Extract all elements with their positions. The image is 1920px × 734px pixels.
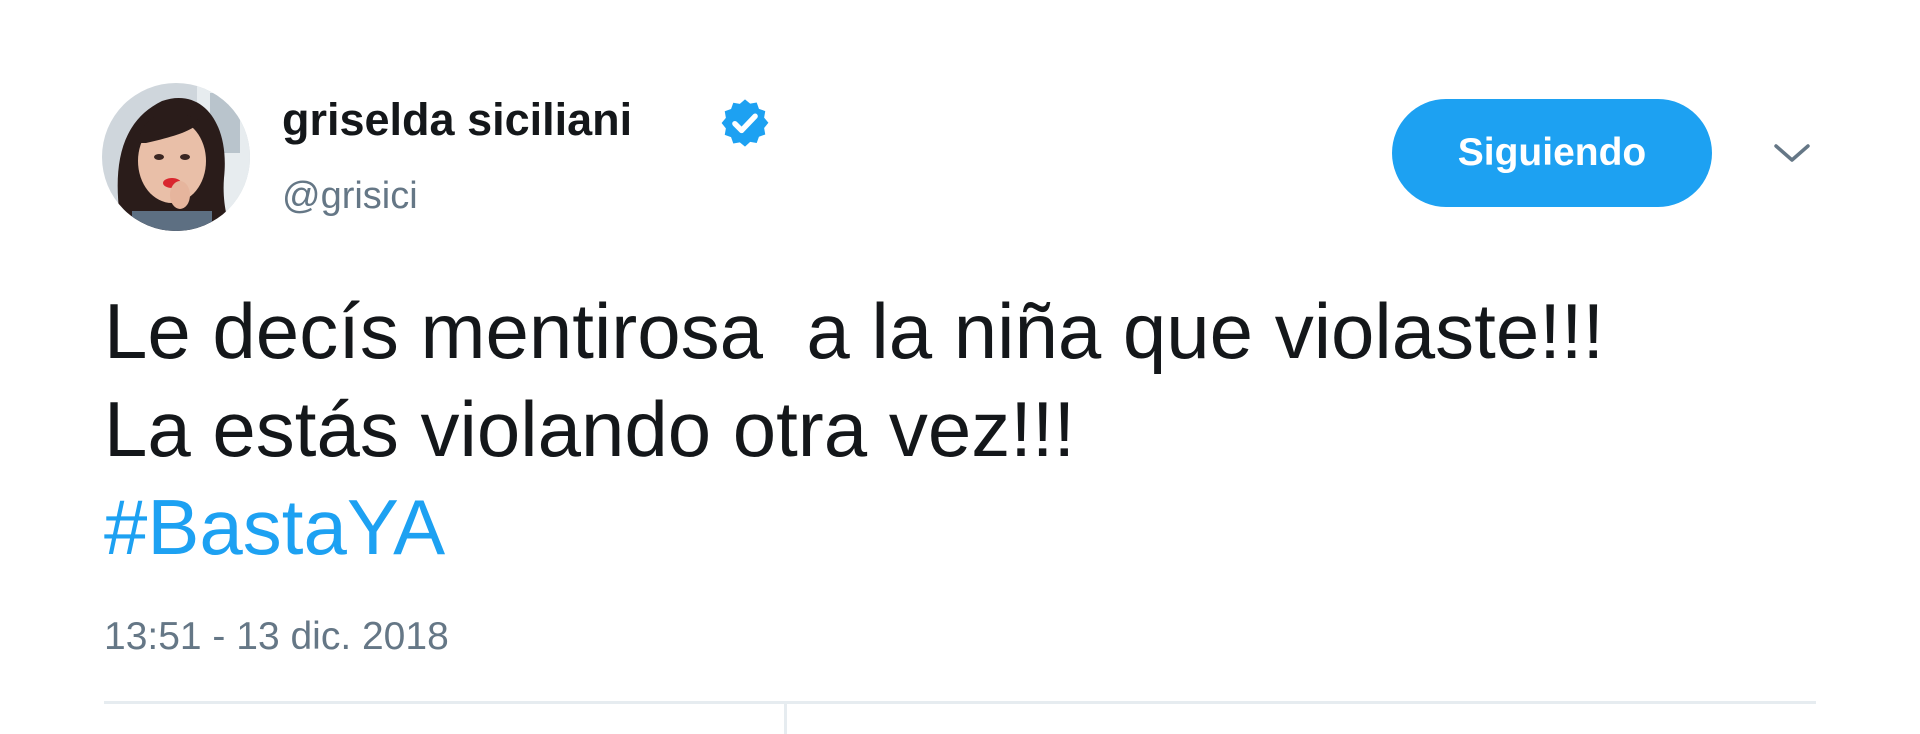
divider [104,701,1816,704]
tweet-text-line: Le decís mentirosa a la niña que violast… [104,287,1605,375]
hashtag-link[interactable]: #BastaYA [104,478,1864,576]
tweet-text-line: La estás violando otra vez!!! [104,385,1076,473]
following-button[interactable]: Siguiendo [1392,99,1712,207]
tweet-timestamp[interactable]: 13:51 - 13 dic. 2018 [104,612,449,662]
user-handle[interactable]: @grisici [282,172,418,220]
verified-badge-icon [721,99,769,147]
chevron-down-icon[interactable] [1772,140,1812,166]
avatar-image [102,83,250,231]
display-name[interactable]: griselda siciliani [282,92,632,148]
divider-vertical [784,703,787,734]
tweet-text: Le decís mentirosa a la niña que violast… [104,282,1864,576]
tweet-card: griselda siciliani @grisici Siguiendo Le… [0,0,1920,734]
avatar[interactable] [102,83,250,231]
